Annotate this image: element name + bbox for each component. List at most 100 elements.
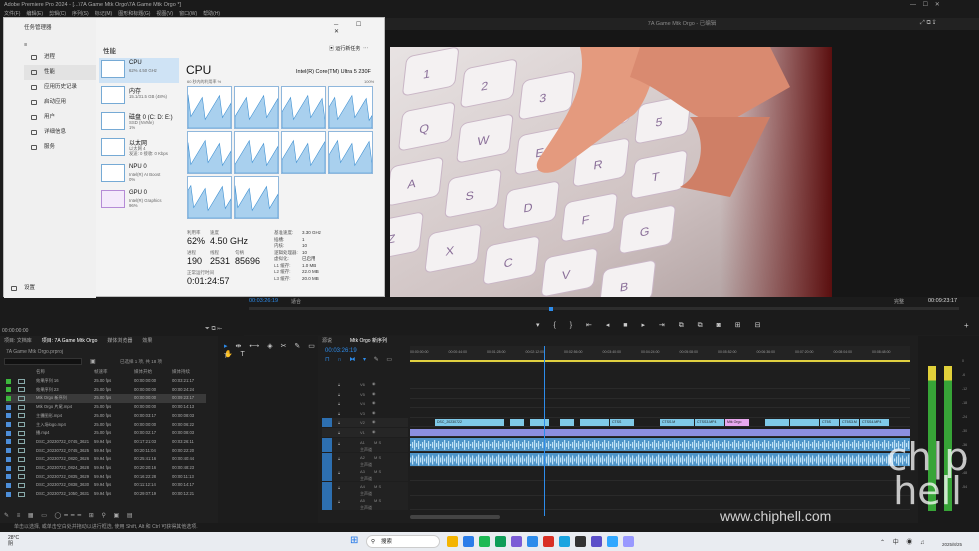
- taskbar-app-icon[interactable]: [591, 536, 602, 547]
- project-row[interactable]: 效果序列 16 25.00 fps 00:00:00:00 00:03:21:17: [6, 377, 206, 385]
- tm-device-item[interactable]: 内存 15.1/31.5 GB (48%): [99, 84, 179, 109]
- mute-solo-icons[interactable]: M S: [374, 455, 381, 460]
- tm-device-item[interactable]: NPU 0 Intel(R) AI Boost 0%: [99, 162, 179, 187]
- eye-icon[interactable]: ◉: [372, 429, 376, 434]
- audio-track-header[interactable]: 🔒︎ A4 M S 主声道: [322, 481, 408, 496]
- audio-track-header[interactable]: 🔒︎ A3 M S 主声道: [322, 467, 408, 481]
- timeline-clip[interactable]: CTSS4.MP4: [860, 419, 889, 427]
- lock-icon[interactable]: 🔒︎: [338, 420, 340, 425]
- audio-track-header[interactable]: 🔒︎ A5 M S 主声道: [322, 496, 408, 510]
- timeline-clip[interactable]: [790, 419, 819, 427]
- program-scrubber[interactable]: [249, 307, 959, 310]
- window-controls[interactable]: — ☐ ✕: [910, 1, 940, 8]
- timeline-clip[interactable]: CTSS3.MP4: [695, 419, 724, 427]
- timeline-clip[interactable]: [765, 419, 789, 427]
- project-tab[interactable]: 项目: 7A Game Mtk Orgo: [42, 338, 98, 344]
- taskbar-app-icon[interactable]: [527, 536, 538, 547]
- video-track-header[interactable]: 🔒︎ V1 ◉: [322, 428, 408, 437]
- system-tray-icons[interactable]: ⌃ 中 ◉ ♫: [880, 537, 928, 546]
- timeline-clip[interactable]: CT5S: [820, 419, 839, 427]
- video-track-header[interactable]: 🔒︎ V5 ◉: [322, 389, 408, 399]
- timeline-clip[interactable]: [530, 419, 549, 427]
- mute-solo-icons[interactable]: M S: [374, 484, 381, 489]
- add-button-icon[interactable]: +: [964, 321, 969, 330]
- mute-solo-icons[interactable]: M S: [374, 440, 381, 445]
- fit-dropdown[interactable]: 适合: [291, 298, 301, 305]
- eye-icon[interactable]: ◉: [372, 381, 376, 386]
- lock-icon[interactable]: 🔒︎: [338, 441, 340, 446]
- lock-icon[interactable]: 🔒︎: [338, 499, 340, 504]
- lock-icon[interactable]: 🔒︎: [338, 485, 340, 490]
- video-track-lane[interactable]: [410, 380, 910, 389]
- start-icon[interactable]: ⊞: [350, 536, 361, 547]
- weather-widget[interactable]: 28°C 阴: [8, 535, 19, 547]
- project-tab[interactable]: 媒体浏览器: [107, 338, 132, 344]
- type-tool-icon[interactable]: T: [224, 354, 228, 360]
- tm-window-controls[interactable]: ─ ☐ ✕: [334, 21, 384, 35]
- project-row[interactable]: Mtk Orgo 片尾.mp4 25.00 fps 00:00:00:00 00:00…: [6, 403, 206, 411]
- tm-menu-icon[interactable]: ≡: [4, 38, 96, 50]
- taskbar-app-icon[interactable]: [575, 536, 586, 547]
- project-row[interactable]: DSC_20230722_0838_3630 59.94 fps 00:11:12:…: [6, 481, 206, 489]
- taskbar-app-icon[interactable]: [463, 536, 474, 547]
- timeline-scrollbar[interactable]: [410, 515, 500, 519]
- tm-nav-item[interactable]: 用户: [24, 110, 96, 125]
- timeline-tool-icons[interactable]: ⊓ ∩ ⧓ ▾ ✎ ▭: [325, 356, 395, 363]
- track-target-icon[interactable]: [322, 418, 332, 428]
- track-target-icon[interactable]: [322, 467, 332, 481]
- eye-icon[interactable]: ◉: [372, 410, 376, 415]
- workspace-icons[interactable]: ⤢ ⧉ ⇪: [920, 20, 936, 27]
- audio-track-lane[interactable]: [410, 467, 910, 481]
- lock-icon[interactable]: 🔒︎: [338, 430, 340, 435]
- tm-nav-item[interactable]: 性能: [24, 65, 96, 80]
- audio-track-lane[interactable]: [410, 496, 910, 510]
- resolution-dropdown[interactable]: 完整: [894, 298, 904, 305]
- video-track-lane[interactable]: [410, 399, 910, 409]
- folder-icon[interactable]: ▣: [90, 358, 96, 365]
- project-row[interactable]: DSC_20230722_1050_3631 59.94 fps 00:29:07:…: [6, 490, 206, 498]
- lock-icon[interactable]: 🔒︎: [338, 382, 340, 387]
- timeline-clip[interactable]: CTSS: [610, 419, 634, 427]
- track-target-icon[interactable]: [322, 452, 332, 467]
- timeline-clip-v1[interactable]: [410, 429, 910, 436]
- transport-controls[interactable]: ▾ { } ⇤ ◂ ■ ▸ ⇥ ⧉ ⧉ ◙ ⊞ ⊟: [536, 321, 766, 330]
- track-target-icon[interactable]: [322, 496, 332, 510]
- mute-solo-icons[interactable]: M S: [374, 469, 381, 474]
- run-task-button[interactable]: ▣ 运行新任务 ⋯: [329, 45, 368, 52]
- source-filter-icon[interactable]: ⏷ ⧉ ⇤: [205, 326, 222, 333]
- project-tabs[interactable]: 项目: 文档库 项目: 7A Game Mtk Orgo 媒体浏览器 效果: [4, 337, 162, 344]
- tm-device-item[interactable]: 以太网 以太网 4 发送: 0 接收: 0 Kbps: [99, 136, 179, 161]
- mute-solo-icons[interactable]: M S: [374, 498, 381, 503]
- program-timecode[interactable]: 00:03:26:19: [249, 298, 278, 304]
- track-target-icon[interactable]: [322, 438, 332, 452]
- project-row[interactable]: 主摄图形.mp4 25.00 fps 00:00:03:17 00:00:08:03: [6, 412, 206, 420]
- taskbar-app-icon[interactable]: [543, 536, 554, 547]
- project-search-input[interactable]: [4, 358, 82, 365]
- timeline-clip[interactable]: Mtk Orgo: [725, 419, 749, 427]
- taskbar-app-icon[interactable]: [623, 536, 634, 547]
- project-row[interactable]: Mtk Orgo 新序列 25.00 fps 00:00:00:00 00:09:23…: [6, 394, 206, 403]
- lock-icon[interactable]: 🔒︎: [338, 411, 340, 416]
- project-row[interactable]: DSC_20230722_0820_3626 59.94 fps 00:25:41:…: [6, 455, 206, 463]
- project-footer-icons[interactable]: ✎ ≡ ▦ ▭ ◯━━━ ⊞ ⚲ ▣ ▤: [4, 512, 136, 519]
- video-track-lane[interactable]: [410, 409, 910, 418]
- program-playhead[interactable]: [549, 307, 553, 311]
- project-row[interactable]: DSC_20230722_0745_3625 59.94 fps 00:20:11:…: [6, 447, 206, 455]
- timeline-clip[interactable]: [510, 419, 524, 427]
- lock-icon[interactable]: 🔒︎: [338, 401, 340, 406]
- lock-icon[interactable]: 🔒︎: [338, 392, 340, 397]
- taskbar-app-icon[interactable]: [607, 536, 618, 547]
- audio-track-lane[interactable]: [410, 452, 910, 467]
- audio-track-header[interactable]: 🔒︎ A2 M S 主声道: [322, 452, 408, 467]
- video-track-header[interactable]: 🔒︎ V3 ◉: [322, 408, 408, 418]
- timeline-clip[interactable]: CT5S3.M: [840, 419, 859, 427]
- taskbar-app-icon[interactable]: [447, 536, 458, 547]
- tm-nav-settings[interactable]: 设置: [4, 281, 96, 296]
- taskbar-search-input[interactable]: ⚲ 搜索: [366, 535, 440, 548]
- timeline-timecode[interactable]: 00:03:26:19: [325, 348, 357, 354]
- audio-track-lane[interactable]: [410, 482, 910, 496]
- header-duration[interactable]: 媒体持续: [172, 369, 190, 375]
- project-row[interactable]: 效果序列 23 25.00 fps 00:00:00:00 00:00:24:24: [6, 386, 206, 394]
- project-tab[interactable]: 效果: [142, 338, 152, 344]
- timeline-tabs[interactable]: 源说 Mtk Orgo 新序列: [322, 337, 405, 344]
